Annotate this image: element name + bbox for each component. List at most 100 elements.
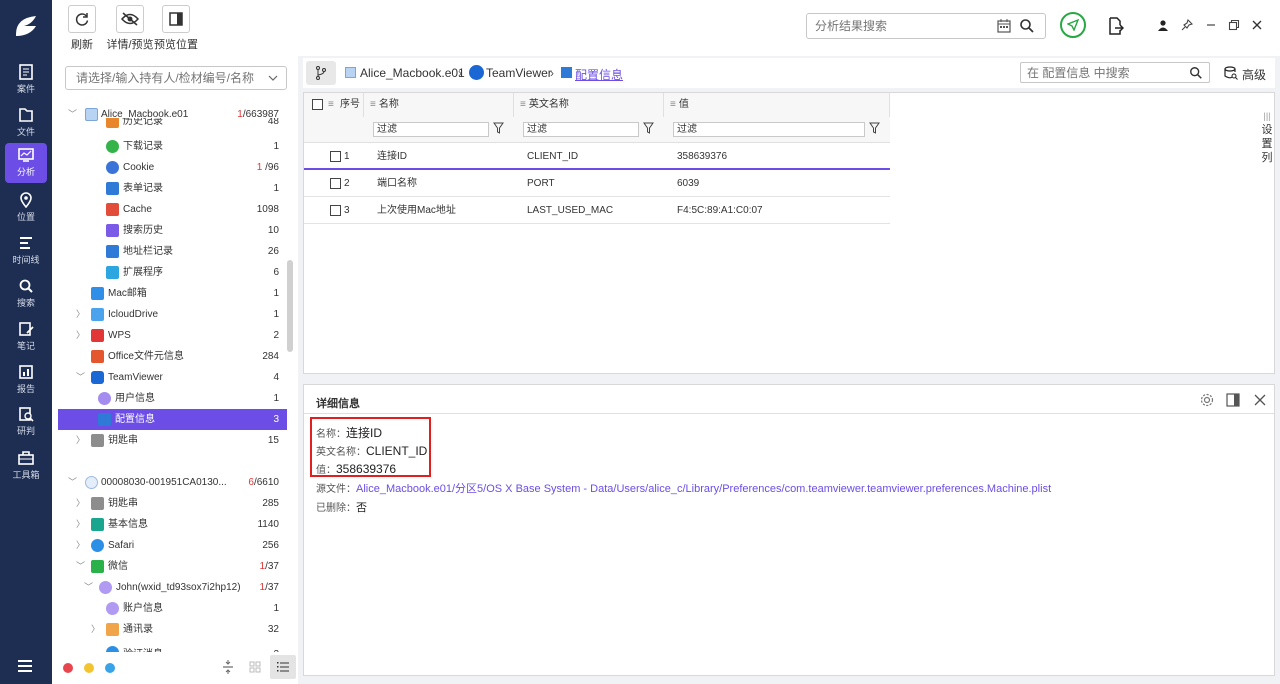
analysis-search-input[interactable]: [807, 14, 987, 38]
nav-toolbox[interactable]: 工具箱: [5, 446, 47, 486]
tree-item-device-phone[interactable]: ﹀ 00008030-001951CA0130... 6/6610: [58, 472, 287, 493]
column-header-name[interactable]: ≡ 名称: [364, 93, 514, 117]
search-icon[interactable]: [1019, 18, 1035, 34]
panel-right-icon[interactable]: [1226, 393, 1240, 407]
chevron-down-icon[interactable]: [268, 75, 278, 82]
column-header-value[interactable]: ≡ 值: [664, 93, 890, 117]
nav-analysis[interactable]: 分析: [5, 143, 47, 183]
tree-item-cookie[interactable]: Cookie 1 /96: [58, 157, 287, 178]
chevron-down-icon[interactable]: ﹀: [76, 556, 86, 577]
drag-handle-icon[interactable]: ≡: [670, 99, 676, 110]
chevron-right-icon[interactable]: 〉: [76, 304, 86, 325]
list-view-button[interactable]: [270, 655, 296, 679]
tree-item-wechat[interactable]: ﹀ 微信 1/37: [58, 556, 287, 577]
filter-input-name[interactable]: 过滤: [373, 122, 489, 137]
nav-judge[interactable]: 研判: [5, 402, 47, 442]
detail-preview-button[interactable]: 详情/预览: [104, 5, 156, 52]
tree-scrollbar[interactable]: [287, 260, 293, 352]
grid-view-icon[interactable]: [249, 661, 261, 673]
select-all-checkbox[interactable]: [312, 99, 323, 110]
tree-item-mac-mail[interactable]: Mac邮箱 1: [58, 283, 287, 304]
nav-timeline[interactable]: 时间线: [5, 231, 47, 271]
advanced-search-button[interactable]: 高级: [1224, 65, 1270, 82]
preview-position-button[interactable]: 预览位置: [152, 5, 200, 52]
breadcrumb-app[interactable]: TeamViewer: [486, 66, 552, 80]
column-header-en-name[interactable]: ≡ 英文名称: [514, 93, 664, 117]
export-file-icon[interactable]: [1108, 17, 1124, 35]
chevron-right-icon[interactable]: 〉: [76, 514, 86, 535]
tree-item-safari[interactable]: 〉 Safari 256: [58, 535, 287, 556]
table-row[interactable]: 1 连接ID CLIENT_ID 358639376: [304, 143, 890, 170]
row-checkbox[interactable]: [330, 178, 341, 189]
filter-input-en-name[interactable]: 过滤: [523, 122, 639, 137]
tree-item-keychain-2[interactable]: 〉 钥匙串 285: [58, 493, 287, 514]
yellow-tag-icon[interactable]: [84, 663, 94, 673]
filter-icon[interactable]: [869, 122, 880, 134]
tree-item-history[interactable]: 历史记录 48: [58, 118, 287, 132]
tree-item-wechat-account[interactable]: ﹀ John(wxid_td93sox7i2hp12) 1/37: [58, 577, 287, 598]
tree-item-icloud[interactable]: 〉 IcloudDrive 1: [58, 304, 287, 325]
nav-location[interactable]: 位置: [5, 188, 47, 228]
table-row[interactable]: 2 端口名称 PORT 6039: [304, 170, 890, 197]
drag-handle-icon[interactable]: ≡: [328, 93, 334, 117]
tree-item-address-bar[interactable]: 地址栏记录 26: [58, 241, 287, 262]
close-icon[interactable]: [1254, 394, 1266, 406]
blue-tag-icon[interactable]: [105, 663, 115, 673]
collapse-icon[interactable]: [222, 660, 234, 674]
column-header-index[interactable]: ≡ 序号: [304, 93, 364, 117]
close-icon[interactable]: [1250, 18, 1264, 32]
tree-item-office-meta[interactable]: Office文件元信息 284: [58, 346, 287, 367]
tree-item-config-info[interactable]: 配置信息 3: [58, 409, 287, 430]
refresh-button[interactable]: 刷新: [68, 5, 96, 52]
chevron-right-icon[interactable]: 〉: [91, 619, 101, 640]
nav-report[interactable]: 报告: [5, 360, 47, 400]
calendar-icon[interactable]: [997, 19, 1011, 33]
tree-item-basic-info[interactable]: 〉 基本信息 1140: [58, 514, 287, 535]
menu-icon[interactable]: [17, 659, 33, 673]
chevron-down-icon[interactable]: ﹀: [84, 577, 94, 598]
breadcrumb-current[interactable]: 配置信息: [575, 66, 623, 83]
restore-icon[interactable]: [1227, 18, 1241, 32]
filter-icon[interactable]: [643, 122, 654, 134]
tree-item-account-info[interactable]: 账户信息 1: [58, 598, 287, 619]
chevron-right-icon[interactable]: 〉: [76, 430, 86, 451]
gear-icon[interactable]: [1200, 393, 1214, 407]
send-button[interactable]: [1060, 12, 1086, 38]
chevron-right-icon[interactable]: 〉: [76, 325, 86, 346]
branch-button[interactable]: [306, 61, 336, 85]
minimize-icon[interactable]: [1204, 18, 1218, 32]
drag-handle-icon[interactable]: ≡: [370, 99, 376, 110]
table-row[interactable]: 3 上次使用Mac地址 LAST_USED_MAC F4:5C:89:A1:C0…: [304, 197, 890, 224]
nav-note[interactable]: 笔记: [5, 317, 47, 357]
tree-item-wps[interactable]: 〉 WPS 2: [58, 325, 287, 346]
filter-icon[interactable]: [493, 122, 504, 134]
in-page-search-input[interactable]: [1021, 63, 1181, 82]
chevron-down-icon[interactable]: ﹀: [76, 367, 86, 388]
nav-case[interactable]: 案件: [5, 60, 47, 100]
tree-item-keychain[interactable]: 〉 钥匙串 15: [58, 430, 287, 451]
nav-search[interactable]: 搜索: [5, 274, 47, 314]
pin-icon[interactable]: [1180, 18, 1194, 32]
tree-item-downloads[interactable]: 下载记录 1: [58, 136, 287, 157]
red-tag-icon[interactable]: [63, 663, 73, 673]
tree-item-forms[interactable]: 表单记录 1: [58, 178, 287, 199]
tree-search-input[interactable]: [66, 67, 256, 89]
tree-item-teamviewer[interactable]: ﹀ TeamViewer 4: [58, 367, 287, 388]
tree-item-extensions[interactable]: 扩展程序 6: [58, 262, 287, 283]
nav-file[interactable]: 文件: [5, 103, 47, 143]
row-checkbox[interactable]: [330, 205, 341, 216]
column-settings-button[interactable]: ||| 设置列: [1259, 109, 1275, 165]
breadcrumb-device[interactable]: Alice_Macbook.e01: [360, 66, 465, 80]
detail-source-link[interactable]: Alice_Macbook.e01/分区5/OS X Base System -…: [356, 483, 1051, 495]
chevron-right-icon[interactable]: 〉: [76, 493, 86, 514]
user-icon[interactable]: [1156, 18, 1170, 32]
tree-item-contacts[interactable]: 〉 通讯录 32: [58, 619, 287, 640]
tree-item-user-info[interactable]: 用户信息 1: [58, 388, 287, 409]
row-checkbox[interactable]: [330, 151, 341, 162]
tree-item-cache[interactable]: Cache 1098: [58, 199, 287, 220]
chevron-right-icon[interactable]: 〉: [76, 535, 86, 556]
search-icon[interactable]: [1189, 66, 1203, 80]
chevron-down-icon[interactable]: ﹀: [68, 472, 78, 493]
drag-handle-icon[interactable]: ≡: [520, 99, 526, 110]
tree-item-search-history[interactable]: 搜索历史 10: [58, 220, 287, 241]
